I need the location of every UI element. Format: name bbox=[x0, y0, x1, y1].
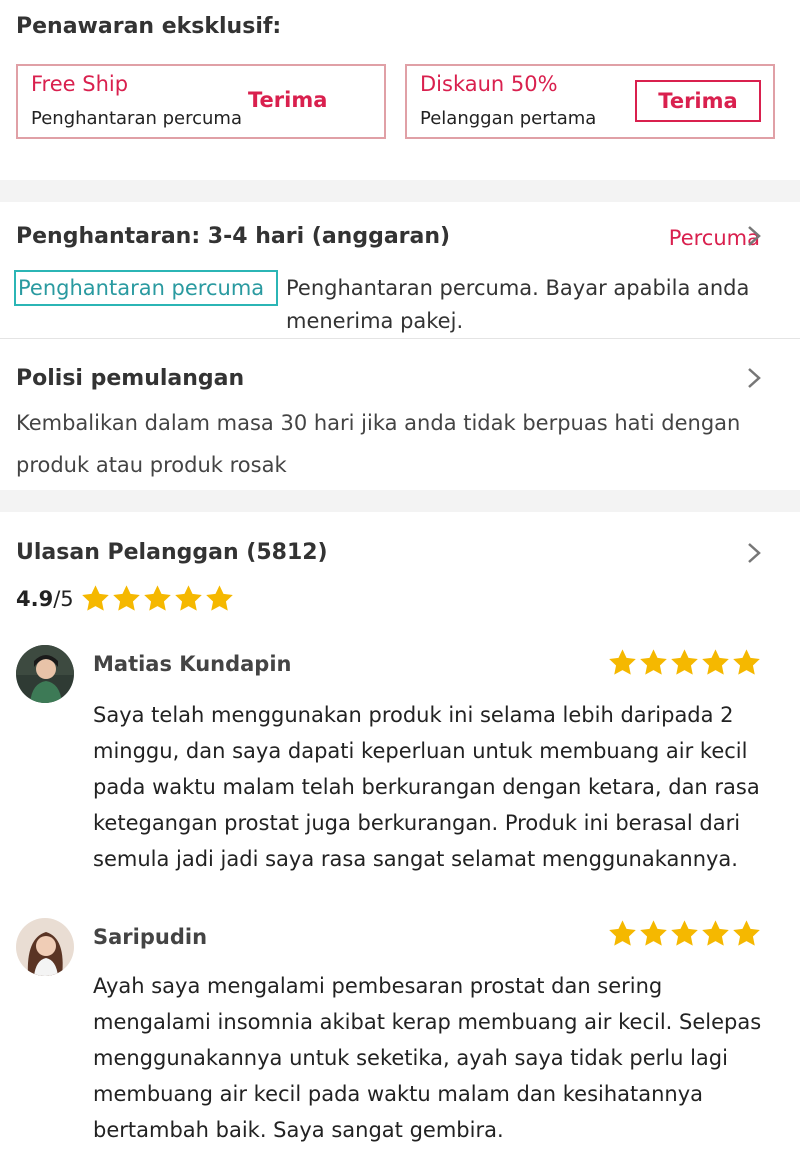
star-icon bbox=[112, 585, 140, 611]
reviews-title: Ulasan Pelanggan (5812) bbox=[16, 540, 328, 565]
star-icon bbox=[733, 649, 760, 675]
accept-coupon-button[interactable]: Terima bbox=[248, 88, 327, 112]
review-text: Ayah saya mengalami pembesaran prostat d… bbox=[93, 974, 762, 1142]
coupon-free-ship: Free Ship Penghantaran percuma Terima bbox=[16, 64, 386, 139]
star-icon bbox=[143, 585, 171, 611]
coupon-title: Diskaun 50% bbox=[420, 72, 558, 96]
offers-title: Penawaran eksklusif: bbox=[16, 14, 282, 39]
divider bbox=[0, 338, 800, 339]
star-icon bbox=[640, 920, 667, 946]
shipping-title: Penghantaran: 3-4 hari (anggaran) bbox=[16, 224, 451, 249]
coupon-title: Free Ship bbox=[31, 72, 129, 96]
coupon-desc: Penghantaran percuma bbox=[31, 108, 242, 129]
star-icon bbox=[205, 585, 233, 611]
star-icon bbox=[671, 649, 698, 675]
coupon-discount: Diskaun 50% Pelanggan pertama Terima bbox=[405, 64, 775, 139]
coupon-desc: Pelanggan pertama bbox=[420, 108, 597, 129]
overall-rating: 4.9/5 bbox=[16, 583, 235, 614]
star-icon bbox=[81, 585, 109, 611]
reviewer-name: Saripudin bbox=[93, 925, 208, 949]
star-icon bbox=[702, 920, 729, 946]
section-separator bbox=[0, 490, 800, 512]
star-icon bbox=[733, 920, 760, 946]
star-icon bbox=[640, 649, 667, 675]
return-policy-desc: Kembalikan dalam masa 30 hari jika anda … bbox=[16, 411, 741, 477]
rating-score: 4.9 bbox=[16, 586, 54, 611]
star-icon bbox=[174, 585, 202, 611]
shipping-desc: Penghantaran percuma. Bayar apabila anda… bbox=[286, 276, 750, 333]
return-policy-title: Polisi pemulangan bbox=[16, 366, 245, 391]
star-icon bbox=[702, 649, 729, 675]
chevron-right-icon[interactable] bbox=[746, 366, 762, 396]
review-stars bbox=[607, 918, 762, 949]
review-stars bbox=[607, 647, 762, 678]
star-icon bbox=[671, 920, 698, 946]
section-separator bbox=[0, 180, 800, 202]
user-avatar bbox=[16, 645, 74, 703]
user-avatar bbox=[16, 918, 74, 976]
review-text: Saya telah menggunakan produk ini selama… bbox=[93, 703, 760, 871]
chevron-right-icon[interactable] bbox=[746, 224, 762, 254]
reviewer-name: Matias Kundapin bbox=[93, 652, 292, 676]
accept-coupon-button[interactable]: Terima bbox=[635, 80, 761, 122]
shipping-tag: Penghantaran percuma bbox=[14, 270, 278, 306]
star-icon bbox=[609, 649, 636, 675]
rating-suffix: /5 bbox=[53, 586, 74, 611]
chevron-right-icon[interactable] bbox=[746, 541, 762, 571]
rating-stars bbox=[80, 583, 235, 614]
star-icon bbox=[609, 920, 636, 946]
